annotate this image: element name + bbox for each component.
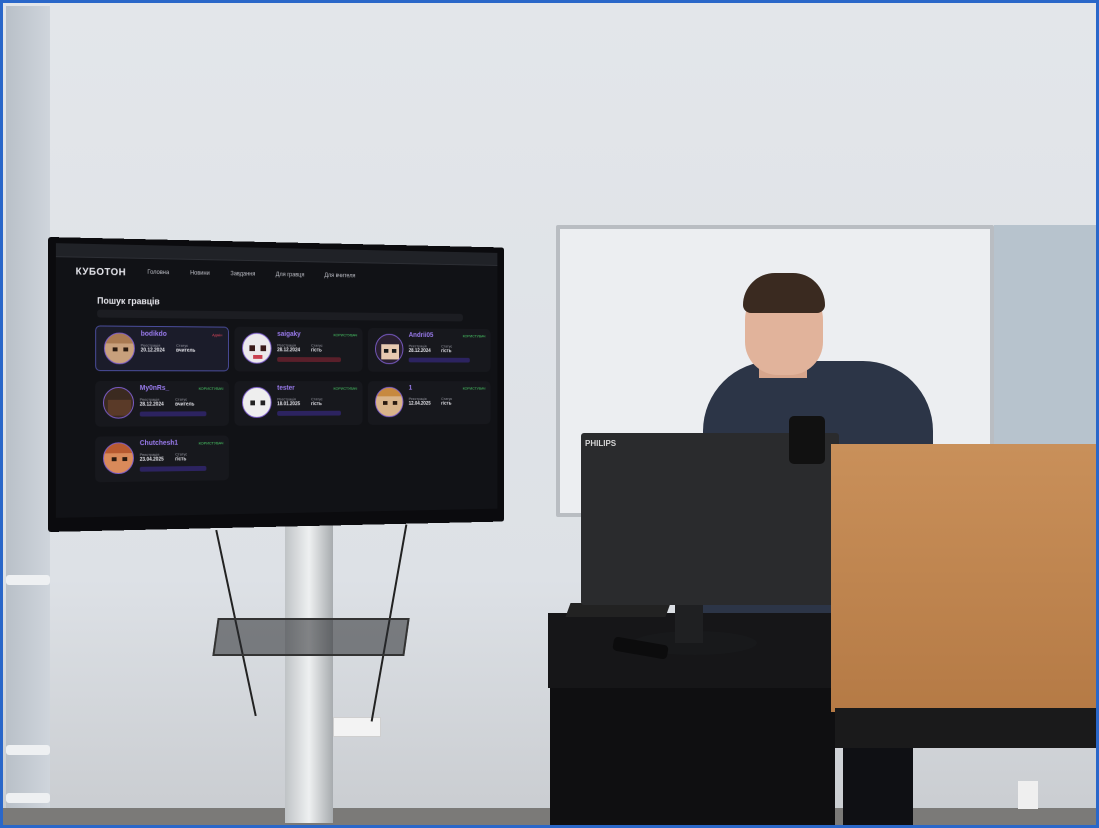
player-card[interactable]: tester КОРИСТУВАЧ Реєстрація 18.01.2025 Ст… bbox=[234, 381, 363, 426]
person-legs bbox=[843, 743, 913, 825]
add-friend-button[interactable] bbox=[408, 357, 470, 363]
tv-stand-pole bbox=[285, 523, 333, 823]
reg-label: Реєстрація 28.12.2024 bbox=[277, 342, 301, 354]
wall-vent bbox=[1018, 781, 1038, 809]
search-input[interactable] bbox=[97, 309, 463, 322]
add-friend-button[interactable] bbox=[139, 465, 207, 472]
reg-label: Реєстрація 28.12.2024 bbox=[408, 343, 431, 354]
lectern-base bbox=[835, 708, 1096, 748]
player-status: гість bbox=[175, 456, 187, 463]
player-avatar bbox=[375, 333, 404, 365]
webcam bbox=[789, 416, 825, 464]
nav-tasks[interactable]: Завдання bbox=[230, 271, 255, 277]
reg-date: 23.04.2025 bbox=[139, 456, 164, 463]
player-status: вчитель bbox=[175, 401, 195, 408]
player-card[interactable]: Chutchesh1 КОРИСТУВАЧ Реєстрація 23.04.20… bbox=[95, 435, 229, 483]
reg-label: Реєстрація 18.01.2025 bbox=[277, 396, 301, 408]
reg-date: 20.12.2024 bbox=[140, 347, 165, 354]
player-avatar bbox=[241, 332, 272, 364]
status-label: Статус вчитель bbox=[176, 342, 196, 354]
nav-news[interactable]: Новини bbox=[190, 271, 210, 277]
player-role: Адмін bbox=[212, 332, 223, 338]
player-card[interactable]: saigaky КОРИСТУВАЧ Реєстрація 28.12.2024 С… bbox=[234, 326, 363, 372]
player-role: КОРИСТУВАЧ bbox=[198, 385, 224, 391]
wall-panel bbox=[994, 225, 1096, 445]
tv-screen: КУБОТОН Головна Новини Завдання Для грав… bbox=[55, 243, 498, 518]
player-status: вчитель bbox=[176, 347, 196, 354]
player-card[interactable]: My0nRs_ КОРИСТУВАЧ Реєстрація 28.12.2024 С… bbox=[95, 381, 229, 427]
player-role: КОРИСТУВАЧ bbox=[333, 385, 358, 391]
player-role: КОРИСТУВАЧ bbox=[333, 332, 358, 338]
status-label: Статус гість bbox=[311, 396, 323, 408]
player-avatar bbox=[241, 386, 272, 418]
player-role: КОРИСТУВАЧ bbox=[462, 385, 486, 391]
reg-date: 28.12.2024 bbox=[408, 348, 431, 354]
reg-label: Реєстрація 28.12.2024 bbox=[139, 396, 164, 408]
wall-socket bbox=[333, 717, 381, 737]
player-role: КОРИСТУВАЧ bbox=[198, 440, 224, 446]
radiator-pipe bbox=[6, 793, 50, 803]
page-title: Пошук гравців bbox=[97, 295, 160, 307]
radiator-pipe bbox=[6, 575, 50, 585]
radiator-pipe bbox=[6, 745, 50, 755]
status-label: Статус гість bbox=[175, 451, 188, 463]
player-avatar bbox=[103, 332, 135, 365]
reg-label: Реєстрація 20.12.2024 bbox=[140, 342, 165, 354]
tv-stand-shelf bbox=[212, 618, 410, 656]
status-label: Статус гість bbox=[441, 396, 453, 407]
television: КУБОТОН Головна Новини Завдання Для грав… bbox=[48, 237, 505, 532]
player-avatar bbox=[375, 386, 404, 418]
left-wall bbox=[6, 6, 50, 825]
status-label: Статус гість bbox=[311, 342, 323, 354]
photo-frame: КУБОТОН Головна Новини Завдання Для грав… bbox=[0, 0, 1099, 828]
player-card[interactable]: Andrii05 КОРИСТУВАЧ Реєстрація 28.12.2024… bbox=[367, 327, 491, 372]
nav-teacher[interactable]: Для вчителя bbox=[324, 273, 355, 279]
player-role: КОРИСТУВАЧ bbox=[462, 333, 486, 339]
monitor-brand: PHILIPS bbox=[585, 439, 617, 448]
reg-label: Реєстрація 23.04.2025 bbox=[139, 451, 164, 463]
player-grid: bodikdo Адмін Реєстрація 20.12.2024 Статус… bbox=[95, 325, 497, 483]
player-card[interactable]: bodikdo Адмін Реєстрація 20.12.2024 Статус… bbox=[95, 325, 229, 372]
status-label: Статус гість bbox=[441, 343, 453, 355]
reg-date: 12.04.2025 bbox=[408, 400, 431, 407]
lectern bbox=[831, 444, 1096, 712]
remove-button[interactable] bbox=[277, 357, 341, 363]
reg-date: 28.12.2024 bbox=[277, 347, 301, 354]
person-hair bbox=[743, 273, 825, 313]
reg-label: Реєстрація 12.04.2025 bbox=[408, 396, 431, 407]
reg-date: 18.01.2025 bbox=[277, 401, 301, 408]
player-status: гість bbox=[311, 401, 322, 408]
nav-home[interactable]: Головна bbox=[147, 270, 169, 276]
player-status: гість bbox=[441, 400, 452, 407]
reg-date: 28.12.2024 bbox=[139, 401, 164, 408]
player-avatar bbox=[102, 386, 134, 419]
player-status: гість bbox=[311, 347, 322, 354]
player-status: гість bbox=[441, 348, 452, 355]
nav-player[interactable]: Для гравця bbox=[276, 272, 305, 278]
status-label: Статус вчитель bbox=[175, 396, 195, 408]
player-card[interactable]: 1 КОРИСТУВАЧ Реєстрація 12.04.2025 Статус г… bbox=[367, 381, 491, 425]
keyboard bbox=[565, 603, 671, 617]
add-friend-button[interactable] bbox=[277, 410, 341, 416]
site-logo[interactable]: КУБОТОН bbox=[76, 266, 127, 278]
add-friend-button[interactable] bbox=[139, 411, 207, 417]
player-avatar bbox=[102, 442, 134, 475]
